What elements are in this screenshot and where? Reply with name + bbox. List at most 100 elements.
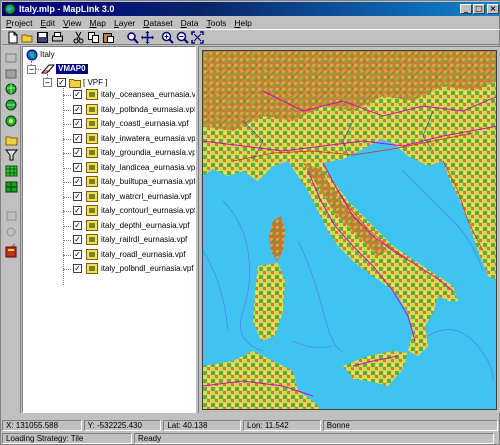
vpf-layer-icon — [86, 104, 98, 115]
paste-icon[interactable] — [102, 31, 115, 44]
layer-name[interactable]: italy_coastl_eurnasia.vpf — [101, 119, 189, 129]
menu-tools[interactable]: Tools — [207, 18, 227, 28]
layer-name[interactable]: italy_railrdl_eurnasia.vpf — [101, 235, 187, 245]
menu-dataset[interactable]: Dataset — [143, 18, 172, 28]
layer-name[interactable]: italy_watrcrl_eurnasia.vpf — [101, 192, 191, 202]
tree-connector — [63, 139, 71, 140]
menu-map[interactable]: Map — [89, 18, 106, 28]
select-icon[interactable] — [126, 31, 139, 44]
vpf-layer-icon — [86, 191, 98, 202]
menu-layer[interactable]: Layer — [114, 18, 135, 28]
menu-view[interactable]: View — [63, 18, 81, 28]
layer-icon[interactable] — [5, 68, 18, 80]
layer-name[interactable]: italy_groundia_eurnasia.vpf — [101, 148, 195, 158]
layer-checkbox[interactable]: ✓ — [73, 163, 82, 172]
layer-name[interactable]: italy_polbndl_eurnasia.vpf — [101, 264, 194, 274]
map-view[interactable] — [198, 46, 500, 413]
new-layer-icon[interactable] — [5, 52, 18, 64]
grid-icon[interactable] — [5, 181, 18, 193]
save-icon[interactable] — [36, 31, 49, 44]
disabled-icon[interactable] — [5, 226, 18, 238]
globe-icon[interactable] — [5, 115, 18, 127]
menu-help[interactable]: Help — [234, 18, 251, 28]
layer-checkbox[interactable]: ✓ — [73, 221, 82, 230]
status-y: Y: -532225.430 — [83, 420, 162, 431]
tree-source-label[interactable]: VMAP0 — [56, 64, 88, 74]
status-bar-coordinates: X: 131055.588 Y: -532225.430 Lat: 40.138… — [2, 420, 500, 432]
zoom-extents-icon[interactable] — [191, 31, 204, 44]
minimize-button[interactable]: _ — [460, 4, 472, 14]
folder-checkbox[interactable]: ✓ — [57, 78, 66, 87]
layer-name[interactable]: italy_roadl_eurnasia.vpf — [101, 250, 186, 260]
open-icon[interactable] — [21, 31, 34, 44]
menu-data[interactable]: Data — [181, 18, 199, 28]
close-button[interactable]: × — [487, 4, 499, 14]
layer-name[interactable]: italy_contourl_eurnasia.vpf — [101, 206, 195, 216]
layer-checkbox[interactable]: ✓ — [73, 264, 82, 273]
disabled-icon[interactable] — [5, 210, 18, 222]
layer-checkbox[interactable]: ✓ — [73, 134, 82, 143]
tree-connector — [63, 240, 71, 241]
layer-name[interactable]: italy_builtupa_eurnasia.vpf — [101, 177, 195, 187]
tree-connector — [63, 153, 71, 154]
filter-icon[interactable] — [5, 149, 18, 161]
layer-name[interactable]: italy_oceansea_eurnasia.vpf — [101, 90, 195, 100]
folder-icon — [69, 79, 81, 88]
menu-project[interactable]: Project — [6, 18, 32, 28]
tree-connector — [63, 269, 71, 270]
layer-name[interactable]: italy_inwatera_eurnasia.vpf — [101, 134, 195, 144]
layer-name[interactable]: italy_depthl_eurnasia.vpf — [101, 221, 190, 231]
layer-checkbox[interactable]: ✓ — [73, 105, 82, 114]
status-bar: Loading Strategy: Tile Ready — [2, 433, 500, 445]
folder-icon[interactable] — [5, 134, 18, 146]
status-message: Ready — [134, 433, 494, 444]
layer-checkbox[interactable]: ✓ — [73, 148, 82, 157]
tree-connector — [63, 182, 71, 183]
tree-connector — [63, 124, 71, 125]
print-icon[interactable] — [51, 31, 64, 44]
tree-connector — [63, 255, 71, 256]
tree-expander[interactable]: − — [27, 65, 36, 74]
globe-icon[interactable] — [5, 83, 18, 95]
zoom-in-icon[interactable] — [161, 31, 174, 44]
map-canvas[interactable] — [202, 50, 497, 410]
status-projection: Bonne — [322, 420, 498, 431]
status-lat: Lat: 40.138 — [163, 420, 242, 431]
cut-icon[interactable] — [72, 31, 85, 44]
app-window: Italy.mlp - MapLink 3.0 _ □ × Project Ed… — [0, 0, 500, 445]
window-title: Italy.mlp - MapLink 3.0 — [19, 4, 115, 14]
layer-checkbox[interactable]: ✓ — [73, 192, 82, 201]
layer-checkbox[interactable]: ✓ — [73, 206, 82, 215]
layer-checkbox[interactable]: ✓ — [73, 177, 82, 186]
title-bar[interactable]: Italy.mlp - MapLink 3.0 _ □ × — [2, 2, 500, 16]
tree-folder-label[interactable]: [ VPF ] — [83, 78, 107, 88]
tree-expander[interactable]: − — [43, 78, 52, 87]
layer-name[interactable]: italy_landicea_eurnasia.vpf — [101, 163, 195, 173]
menu-edit[interactable]: Edit — [40, 18, 55, 28]
vpf-layer-icon — [86, 118, 98, 129]
layer-checkbox[interactable]: ✓ — [73, 235, 82, 244]
book-icon[interactable] — [5, 246, 18, 258]
tree-connector — [63, 197, 71, 198]
new-icon[interactable] — [6, 31, 19, 44]
vpf-layer-icon — [86, 176, 98, 187]
tree-connector — [63, 211, 71, 212]
layer-toolbar — [2, 46, 21, 413]
app-icon — [4, 3, 16, 15]
grid-icon[interactable] — [5, 165, 18, 177]
pan-icon[interactable] — [141, 31, 154, 44]
tree-root-label[interactable]: Italy — [40, 50, 55, 60]
layer-checkbox[interactable]: ✓ — [73, 250, 82, 259]
map-image[interactable] — [203, 51, 497, 410]
zoom-out-icon[interactable] — [176, 31, 189, 44]
layer-checkbox[interactable]: ✓ — [73, 119, 82, 128]
vpf-layer-icon — [86, 205, 98, 216]
globe-icon[interactable] — [5, 99, 18, 111]
maximize-button[interactable]: □ — [473, 4, 485, 14]
layer-name[interactable]: italy_polbnda_eurnasia.vpf — [101, 105, 195, 115]
status-x: X: 131055.588 — [2, 420, 82, 431]
vpf-layer-icon — [86, 220, 98, 231]
vpf-layer-icon — [86, 147, 98, 158]
layer-checkbox[interactable]: ✓ — [73, 90, 82, 99]
copy-icon[interactable] — [87, 31, 100, 44]
